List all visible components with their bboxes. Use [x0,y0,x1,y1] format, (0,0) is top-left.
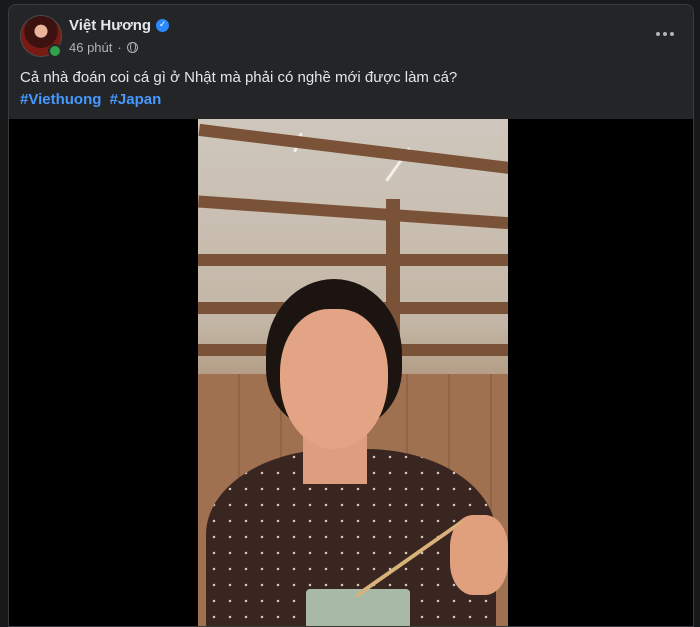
author-row: Việt Hương ✓ [69,17,170,34]
post-card: Việt Hương ✓ 46 phút · Cả nhà đoán coi c… [8,4,694,627]
hashtag-link[interactable]: #Viethuong [20,91,101,108]
globe-icon[interactable] [126,42,138,53]
person-hand [450,515,508,595]
meta-separator: · [117,40,122,55]
post-media[interactable] [9,119,693,626]
wood-slat [198,123,508,177]
verified-badge-icon: ✓ [156,19,170,32]
more-dot-icon [656,32,660,36]
video-frame[interactable] [198,119,508,626]
online-status-indicator [48,44,62,58]
more-dot-icon [670,32,674,36]
post-header: Việt Hương ✓ 46 phút · [9,5,693,63]
post-timestamp[interactable]: 46 phút [69,40,112,55]
hashtag-link[interactable]: #Japan [110,91,162,108]
post-meta: 46 phút · [69,40,138,55]
wood-slat [198,254,508,266]
more-options-button[interactable] [651,20,679,48]
post-hashtags: #Viethuong #Japan [20,89,165,110]
person-face [280,309,388,449]
wood-slat [198,195,508,231]
post-caption: Cả nhà đoán coi cá gì ở Nhật mà phải có … [20,69,458,86]
more-dot-icon [663,32,667,36]
author-name[interactable]: Việt Hương [69,17,151,34]
